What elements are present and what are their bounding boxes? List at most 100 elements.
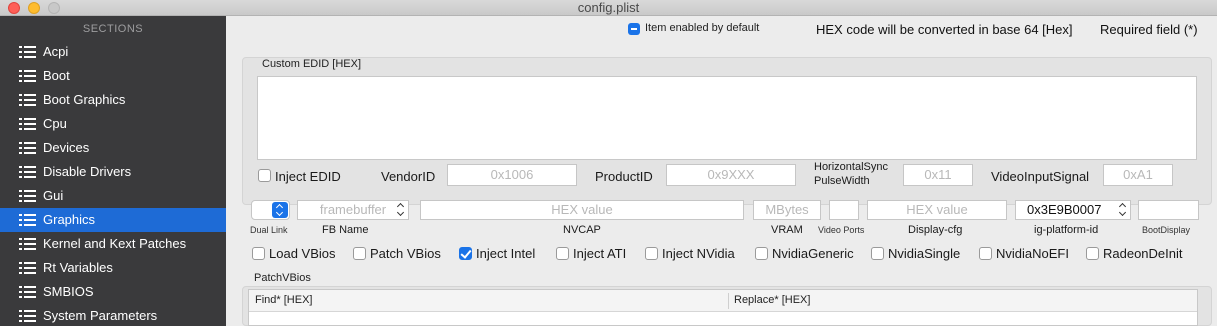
custom-edid-textarea[interactable] bbox=[257, 76, 1197, 160]
sidebar-item-label: System Parameters bbox=[43, 308, 158, 323]
inject-edid-checkbox[interactable] bbox=[258, 169, 271, 182]
table-header: Find* [HEX] Replace* [HEX] bbox=[249, 290, 1197, 312]
sidebar-item-label: SMBIOS bbox=[43, 284, 94, 299]
product-id-input[interactable]: 0x9XXX bbox=[666, 164, 796, 186]
inject-ati-checkbox[interactable] bbox=[556, 247, 569, 260]
sidebar-item-label: Gui bbox=[43, 188, 64, 203]
hsync-label-line2: PulseWidth bbox=[814, 175, 870, 187]
nvidia-no-efi-label: NvidiaNoEFI bbox=[996, 246, 1069, 261]
list-icon bbox=[19, 142, 37, 154]
sidebar-item-kernel-kext-patches[interactable]: Kernel and Kext Patches bbox=[0, 232, 226, 256]
replace-column-header[interactable]: Replace* [HEX] bbox=[734, 294, 810, 306]
enabled-default-icon bbox=[628, 23, 640, 35]
hsync-pulsewidth-input[interactable]: 0x11 bbox=[903, 164, 973, 186]
sidebar-item-cpu[interactable]: Cpu bbox=[0, 112, 226, 136]
patch-vbios-table[interactable]: Find* [HEX] Replace* [HEX] bbox=[248, 289, 1198, 326]
video-ports-label: Video Ports bbox=[818, 225, 865, 235]
find-column-header[interactable]: Find* [HEX] bbox=[255, 294, 312, 306]
sidebar-item-system-parameters[interactable]: System Parameters bbox=[0, 304, 226, 326]
sidebar-item-devices[interactable]: Devices bbox=[0, 136, 226, 160]
video-input-signal-label: VideoInputSignal bbox=[991, 169, 1090, 184]
window-title: config.plist bbox=[577, 0, 640, 15]
chevron-updown-icon bbox=[396, 203, 407, 217]
ig-platform-id-label: ig-platform-id bbox=[1034, 224, 1099, 236]
sidebar-item-label: Rt Variables bbox=[43, 260, 113, 275]
sidebar-item-graphics[interactable]: Graphics bbox=[0, 208, 226, 232]
nvcap-input[interactable]: HEX value bbox=[420, 200, 744, 220]
custom-edid-label: Custom EDID [HEX] bbox=[262, 58, 362, 70]
nvidia-single-checkbox[interactable] bbox=[871, 247, 884, 260]
display-cfg-label: Display-cfg bbox=[908, 224, 963, 236]
video-ports-input[interactable] bbox=[829, 200, 859, 220]
graphics-pane: Item enabled by default HEX code will be… bbox=[226, 16, 1217, 326]
window-titlebar: config.plist bbox=[0, 0, 1217, 16]
nvidia-no-efi-checkbox[interactable] bbox=[979, 247, 992, 260]
boot-display-label: BootDisplay bbox=[1142, 225, 1191, 235]
vram-label: VRAM bbox=[771, 224, 803, 236]
inject-nvidia-label: Inject NVidia bbox=[662, 246, 735, 261]
inject-intel-label: Inject Intel bbox=[476, 246, 536, 261]
product-id-label: ProductID bbox=[595, 169, 653, 184]
patch-vbios-label: Patch VBios bbox=[370, 246, 441, 261]
display-cfg-input[interactable]: HEX value bbox=[867, 200, 1007, 220]
sidebar-item-acpi[interactable]: Acpi bbox=[0, 40, 226, 64]
list-icon bbox=[19, 46, 37, 58]
dual-link-label: Dual Link bbox=[250, 225, 288, 235]
inject-ati-label: Inject ATI bbox=[573, 246, 627, 261]
list-icon bbox=[19, 190, 37, 202]
sidebar-item-gui[interactable]: Gui bbox=[0, 184, 226, 208]
sidebar-item-label: Boot Graphics bbox=[43, 92, 126, 107]
nvidia-generic-checkbox[interactable] bbox=[755, 247, 768, 260]
fb-name-label: FB Name bbox=[322, 224, 369, 236]
list-icon bbox=[19, 262, 37, 274]
sidebar-item-label: Devices bbox=[43, 140, 90, 155]
vendor-id-label: VendorID bbox=[381, 169, 436, 184]
load-vbios-checkbox[interactable] bbox=[252, 247, 265, 260]
inject-edid-label: Inject EDID bbox=[275, 169, 341, 184]
list-icon bbox=[19, 310, 37, 322]
legend-row: Item enabled by default HEX code will be… bbox=[226, 21, 1217, 37]
list-icon bbox=[19, 286, 37, 298]
list-icon bbox=[19, 238, 37, 250]
sidebar-item-label: Kernel and Kext Patches bbox=[43, 236, 187, 251]
vendor-id-input[interactable]: 0x1006 bbox=[447, 164, 577, 186]
list-icon bbox=[19, 166, 37, 178]
nvidia-single-label: NvidiaSingle bbox=[888, 246, 961, 261]
sidebar-item-rt-variables[interactable]: Rt Variables bbox=[0, 256, 226, 280]
list-icon bbox=[19, 118, 37, 130]
radeon-deinit-label: RadeonDeInit bbox=[1103, 246, 1183, 261]
enabled-default-legend: Item enabled by default bbox=[645, 22, 760, 34]
video-input-signal-input[interactable]: 0xA1 bbox=[1103, 164, 1173, 186]
hsync-label-line1: HorizontalSync bbox=[814, 161, 888, 173]
sidebar-item-boot[interactable]: Boot bbox=[0, 64, 226, 88]
chevron-updown-icon bbox=[1118, 203, 1129, 217]
list-icon bbox=[19, 214, 37, 226]
dual-link-select[interactable] bbox=[251, 200, 290, 220]
column-divider[interactable] bbox=[728, 293, 729, 309]
ig-platform-id-value: 0x3E9B0007 bbox=[1027, 202, 1102, 217]
sidebar-item-label: Graphics bbox=[43, 212, 96, 227]
nvcap-label: NVCAP bbox=[563, 224, 601, 236]
radeon-deinit-checkbox[interactable] bbox=[1086, 247, 1099, 260]
vram-input[interactable]: MBytes bbox=[753, 200, 821, 220]
ig-platform-id-combo[interactable]: 0x3E9B0007 bbox=[1015, 200, 1131, 220]
boot-display-input[interactable] bbox=[1138, 200, 1199, 220]
sidebar-item-smbios[interactable]: SMBIOS bbox=[0, 280, 226, 304]
sidebar-item-label: Acpi bbox=[43, 44, 69, 59]
sidebar-item-label: Boot bbox=[43, 68, 70, 83]
inject-intel-checkbox[interactable] bbox=[459, 247, 472, 260]
nvidia-generic-label: NvidiaGeneric bbox=[772, 246, 854, 261]
patch-vbios-checkbox[interactable] bbox=[353, 247, 366, 260]
inject-nvidia-checkbox[interactable] bbox=[645, 247, 658, 260]
chevron-updown-icon bbox=[272, 202, 288, 218]
sidebar-header: SECTIONS bbox=[82, 23, 144, 35]
load-vbios-label: Load VBios bbox=[269, 246, 336, 261]
fb-name-combo[interactable]: framebuffer bbox=[297, 200, 409, 220]
sidebar-item-label: Cpu bbox=[43, 116, 67, 131]
fb-name-placeholder: framebuffer bbox=[319, 202, 387, 217]
sidebar-item-boot-graphics[interactable]: Boot Graphics bbox=[0, 88, 226, 112]
sidebar-item-disable-drivers[interactable]: Disable Drivers bbox=[0, 160, 226, 184]
sidebar-item-label: Disable Drivers bbox=[43, 164, 132, 179]
list-icon bbox=[19, 94, 37, 106]
hex-note: HEX code will be converted in base 64 [H… bbox=[816, 22, 1073, 37]
